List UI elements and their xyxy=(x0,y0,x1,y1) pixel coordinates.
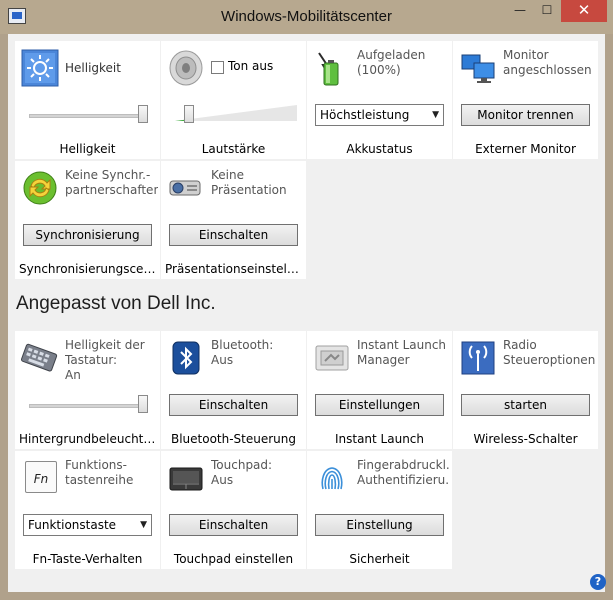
fingerprint-footer: Sicherheit xyxy=(349,552,410,566)
tile-touchpad: Touchpad: Aus Einschalten Touchpad einst… xyxy=(161,451,306,569)
brightness-slider-track[interactable] xyxy=(29,114,147,118)
antenna-icon xyxy=(461,341,495,375)
keyboard-icon xyxy=(21,343,58,372)
tile-fn-keys: Fn Funktions- tastenreihe Funktionstaste… xyxy=(15,451,160,569)
fingerprint-settings-button[interactable]: Einstellung xyxy=(315,514,444,536)
touchpad-on-button[interactable]: Einschalten xyxy=(169,514,298,536)
keyboard-slider-thumb[interactable] xyxy=(138,395,149,413)
instant-launch-settings-button[interactable]: Einstellungen xyxy=(315,394,444,416)
brightness-icon xyxy=(21,49,59,87)
bluetooth-icon xyxy=(172,341,200,375)
projector-icon xyxy=(169,180,201,196)
touchpad-footer: Touchpad einstellen xyxy=(173,552,294,566)
tile-sync: Keine Synchr.- partnerschaften Synchroni… xyxy=(15,161,160,279)
instant-launch-label: Instant Launch Manager xyxy=(357,338,447,367)
tile-battery: Aufgeladen (100%) Höchstleistung ▼ Akkus… xyxy=(307,41,452,159)
fingerprint-label: Fingerabdruckl... Authentifizieru... xyxy=(357,458,450,487)
close-button[interactable]: ✕ xyxy=(561,0,607,22)
power-plan-select[interactable]: Höchstleistung ▼ xyxy=(315,104,444,126)
tile-volume: Ton aus Lautstärke xyxy=(161,41,306,159)
keyboard-backlight-footer: Hintergrundbeleuchtun... xyxy=(19,432,160,446)
volume-footer: Lautstärke xyxy=(201,142,266,156)
monitor-footer: Externer Monitor xyxy=(475,142,576,156)
tile-brightness: Helligkeit Helligkeit xyxy=(15,41,160,159)
disconnect-monitor-button[interactable]: Monitor trennen xyxy=(461,104,590,126)
synchronize-button[interactable]: Synchronisierung xyxy=(23,224,152,246)
fn-keys-footer: Fn-Taste-Verhalten xyxy=(32,552,143,566)
battery-label: Aufgeladen (100%) xyxy=(357,48,426,77)
power-plan-value: Höchstleistung xyxy=(320,108,410,122)
instant-launch-footer: Instant Launch xyxy=(334,432,425,446)
presentation-label: Keine Präsentation xyxy=(211,168,287,197)
tile-fingerprint: Fingerabdruckl... Authentifizieru... Ein… xyxy=(307,451,452,569)
tile-presentation: Keine Präsentation Einschalten Präsentat… xyxy=(161,161,306,279)
touchpad-icon xyxy=(169,467,203,491)
chevron-down-icon: ▼ xyxy=(140,520,147,530)
section-title: Angepasst von Dell Inc. xyxy=(16,293,216,314)
battery-icon xyxy=(318,52,339,86)
battery-footer: Akkustatus xyxy=(346,142,413,156)
radio-start-button[interactable]: starten xyxy=(461,394,590,416)
bluetooth-on-button[interactable]: Einschalten xyxy=(169,394,298,416)
sync-icon xyxy=(23,171,57,205)
brightness-slider-thumb[interactable] xyxy=(138,105,149,123)
mute-label: Ton aus xyxy=(228,59,274,73)
wireless-footer: Wireless-Schalter xyxy=(473,432,578,446)
fn-keys-label: Funktions- tastenreihe xyxy=(65,458,134,487)
tile-keyboard-backlight: Helligkeit der Tastatur: An Hintergrundb… xyxy=(15,331,160,449)
monitor-icon xyxy=(461,54,495,83)
brightness-footer: Helligkeit xyxy=(59,142,116,156)
keyboard-slider-track[interactable] xyxy=(29,404,147,408)
presentation-on-button[interactable]: Einschalten xyxy=(169,224,298,246)
tile-instant-launch: Instant Launch Manager Einstellungen Ins… xyxy=(307,331,452,449)
bluetooth-footer: Bluetooth-Steuerung xyxy=(170,432,297,446)
sync-footer: Synchronisierungscenter xyxy=(19,262,160,276)
volume-slider-thumb[interactable] xyxy=(184,105,195,123)
tile-wireless: Radio Steueroptionen starten Wireless-Sc… xyxy=(453,331,598,449)
bluetooth-label: Bluetooth: Aus xyxy=(211,338,274,367)
brightness-label: Helligkeit xyxy=(65,61,121,75)
speaker-icon xyxy=(169,50,203,86)
minimize-button[interactable]: — xyxy=(506,0,534,22)
mobility-center-panel: Helligkeit Helligkeit Ton aus Lautstärke… xyxy=(8,34,606,592)
fn-behavior-value: Funktionstaste xyxy=(28,518,117,532)
maximize-button[interactable]: ☐ xyxy=(534,0,560,22)
mute-checkbox[interactable] xyxy=(211,61,224,74)
monitor-label: Monitor angeschlossen xyxy=(503,48,592,77)
fn-key-icon: Fn xyxy=(25,461,57,493)
touchpad-label: Touchpad: Aus xyxy=(211,458,273,487)
fingerprint-icon xyxy=(321,467,343,490)
fn-behavior-select[interactable]: Funktionstaste ▼ xyxy=(23,514,152,536)
chevron-down-icon: ▼ xyxy=(432,110,439,120)
tile-external-monitor: Monitor angeschlossen Monitor trennen Ex… xyxy=(453,41,598,159)
sync-label: Keine Synchr.- partnerschaften xyxy=(65,168,158,197)
help-icon[interactable]: ? xyxy=(590,574,606,590)
keyboard-backlight-label: Helligkeit der Tastatur: An xyxy=(65,338,145,382)
instant-launch-icon xyxy=(315,345,349,371)
title-bar: Windows-Mobilitätscenter — ☐ ✕ xyxy=(0,0,613,34)
tile-bluetooth: Bluetooth: Aus Einschalten Bluetooth-Ste… xyxy=(161,331,306,449)
radio-label: Radio Steueroptionen xyxy=(503,338,596,367)
presentation-footer: Präsentationseinstellun... xyxy=(165,262,306,276)
